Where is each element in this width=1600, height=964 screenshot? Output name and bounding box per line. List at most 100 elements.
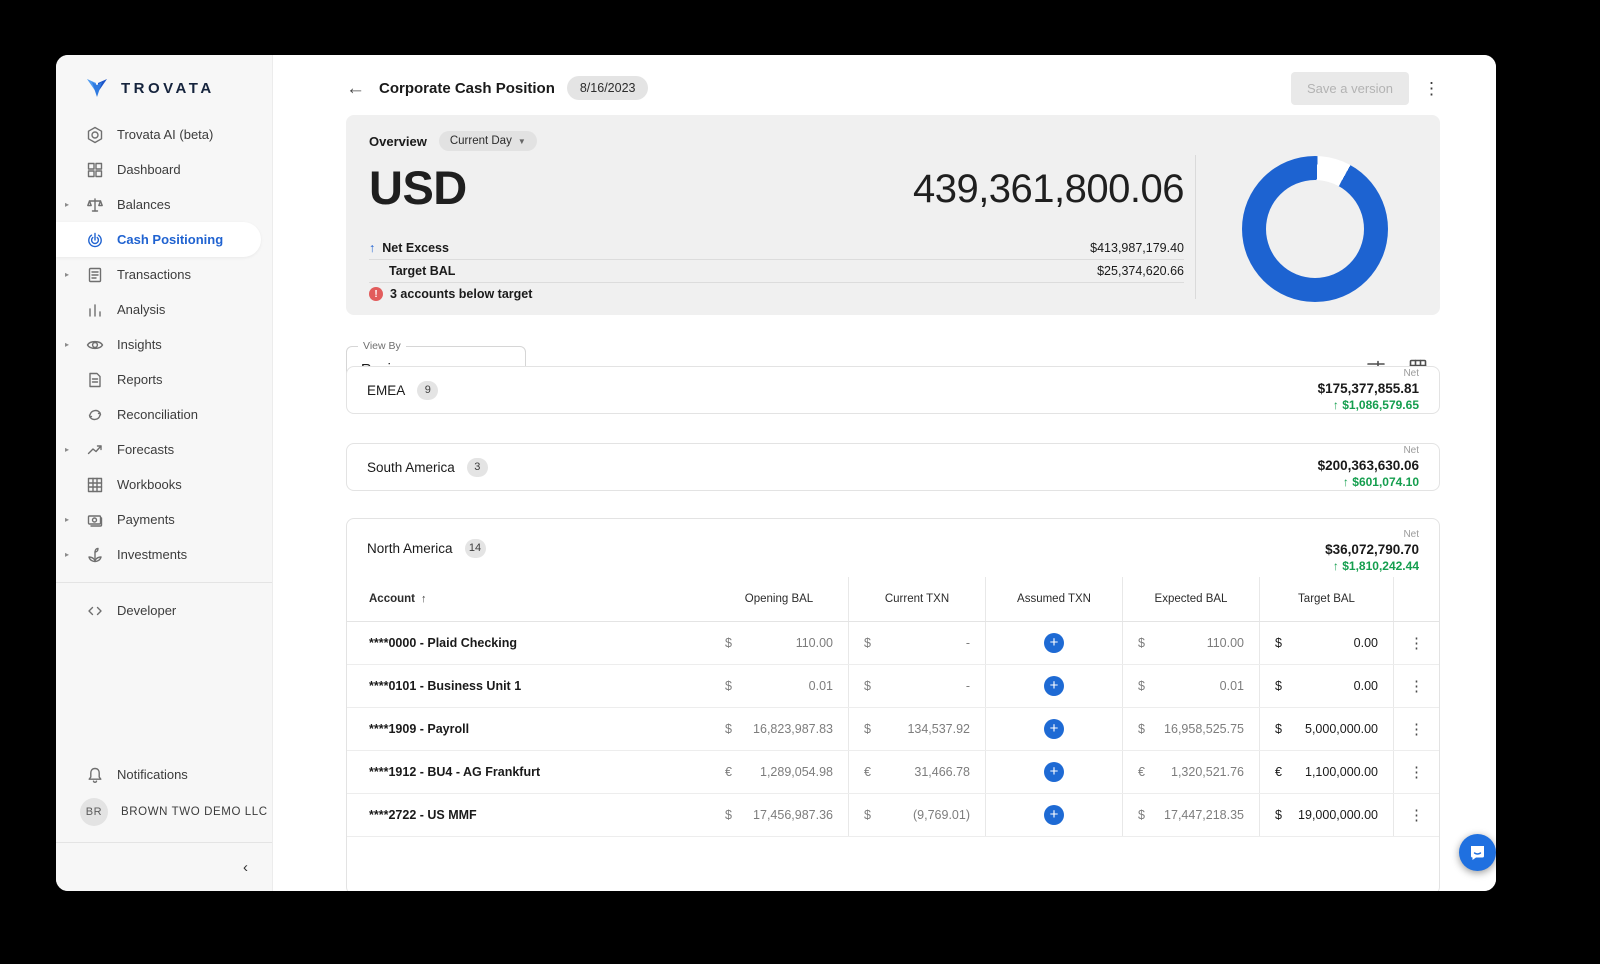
expand-caret-icon[interactable]: ▸: [65, 550, 69, 559]
alert-text: 3 accounts below target: [390, 287, 533, 301]
current-txn-cell: €31,466.78: [848, 751, 985, 793]
sidebar-item-payments[interactable]: ▸ Payments: [56, 502, 272, 537]
sidebar-item-cash-positioning[interactable]: Cash Positioning: [56, 222, 261, 257]
expected-bal-cell: $110.00: [1122, 622, 1259, 664]
current-txn-cell: $ -: [848, 665, 985, 707]
add-assumed-txn-button[interactable]: +: [1044, 633, 1064, 653]
row-actions: ⋮: [1393, 665, 1439, 707]
column-header-opening-bal[interactable]: Opening BAL: [710, 577, 848, 621]
bell-icon: [88, 767, 102, 783]
row-kebab-icon[interactable]: ⋮: [1409, 806, 1424, 824]
main-panel: ← Corporate Cash Position 8/16/2023 Save…: [273, 55, 1496, 891]
overview-total: 439,361,800.06: [912, 167, 1185, 211]
region-card-emea[interactable]: EMEA 9 Net $175,377,855.81 ↑ $1,086,579.…: [346, 366, 1440, 414]
overview-currency: USD: [369, 161, 467, 214]
row-kebab-icon[interactable]: ⋮: [1409, 763, 1424, 781]
sidebar-item-insights[interactable]: ▸ Insights: [56, 327, 272, 362]
row-kebab-icon[interactable]: ⋮: [1409, 677, 1424, 695]
sidebar: TROVATA Trovata AI (beta) Dashboard ▸ Ba…: [56, 55, 273, 891]
add-assumed-txn-button[interactable]: +: [1044, 676, 1064, 696]
sidebar-divider: [56, 582, 272, 583]
net-label: Net: [1403, 444, 1419, 456]
sidebar-item-developer[interactable]: Developer: [56, 593, 272, 628]
investments-icon: [88, 547, 102, 562]
row-kebab-icon[interactable]: ⋮: [1409, 720, 1424, 738]
sidebar-item-investments[interactable]: ▸ Investments: [56, 537, 272, 572]
target-bal-cell: €1,100,000.00: [1259, 751, 1393, 793]
row-actions: ⋮: [1393, 622, 1439, 664]
net-label: Net: [1403, 367, 1419, 379]
opening-bal-cell: $16,823,987.83: [725, 722, 833, 736]
save-version-button[interactable]: Save a version: [1291, 71, 1409, 105]
net-excess-value: $413,987,179.40: [1090, 241, 1184, 255]
table-header-row: Account ↑ Opening BAL Current TXN Assumed…: [347, 577, 1439, 622]
add-assumed-txn-button[interactable]: +: [1044, 719, 1064, 739]
region-card-south-america[interactable]: South America 3 Net $200,363,630.06 ↑ $6…: [346, 443, 1440, 491]
account-count-badge: 9: [417, 380, 439, 400]
region-card-north-america: North America 14 Net $36,072,790.70 ↑ $1…: [346, 518, 1440, 891]
region-name: EMEA: [367, 382, 406, 398]
add-assumed-txn-button[interactable]: +: [1044, 805, 1064, 825]
net-label: Net: [1403, 528, 1419, 540]
current-txn-cell: $ -: [848, 622, 985, 664]
cash-positioning-icon: [88, 232, 102, 247]
column-header-current-txn[interactable]: Current TXN: [848, 577, 985, 621]
sidebar-item-notifications[interactable]: Notifications: [56, 757, 272, 792]
net-amount: $200,363,630.06: [1317, 457, 1419, 473]
sidebar-item-label: Reconciliation: [117, 407, 198, 422]
chat-launcher-button[interactable]: [1459, 834, 1496, 871]
table-row: ****0000 - Plaid Checking $110.00 $ - + $…: [347, 622, 1439, 665]
chat-bubble-icon: [1471, 846, 1484, 860]
sidebar-item-label: Insights: [117, 337, 162, 352]
net-amount: $36,072,790.70: [1325, 541, 1419, 557]
expected-bal-cell: $16,958,525.75: [1122, 708, 1259, 750]
sidebar-item-label: Trovata AI (beta): [117, 127, 214, 142]
column-header-expected-bal[interactable]: Expected BAL: [1122, 577, 1259, 621]
region-header[interactable]: North America 14 Net $36,072,790.70 ↑ $1…: [347, 519, 1439, 577]
sidebar-item-reports[interactable]: Reports: [56, 362, 272, 397]
expand-caret-icon[interactable]: ▸: [65, 445, 69, 454]
account-count-badge: 14: [464, 538, 486, 558]
column-header-assumed-txn[interactable]: Assumed TXN: [985, 577, 1122, 621]
sidebar-item-label: Analysis: [117, 302, 166, 317]
sidebar-item-label: Developer: [117, 603, 177, 618]
net-delta: ↑ $1,086,579.65: [1332, 397, 1419, 412]
row-actions: ⋮: [1393, 708, 1439, 750]
trovata-logo-icon: [87, 79, 107, 97]
view-by-label: View By: [358, 340, 406, 352]
sidebar-item-workbooks[interactable]: Workbooks: [56, 467, 272, 502]
region-net-block: Net $36,072,790.70 ↑ $1,810,242.44: [1325, 522, 1419, 575]
column-header-target-bal[interactable]: Target BAL: [1259, 577, 1393, 621]
sidebar-item-dashboard[interactable]: Dashboard: [56, 152, 272, 187]
account-switcher[interactable]: BR BROWN TWO DEMO LLC: [56, 792, 272, 832]
kebab-menu-icon[interactable]: ⋮: [1423, 80, 1440, 97]
period-selector[interactable]: Current Day ▼: [438, 131, 537, 151]
balances-icon: [87, 197, 103, 212]
expand-caret-icon[interactable]: ▸: [65, 270, 69, 279]
sidebar-item-forecasts[interactable]: ▸ Forecasts: [56, 432, 272, 467]
sidebar-item-label: Investments: [117, 547, 188, 562]
sidebar-item-transactions[interactable]: ▸ Transactions: [56, 257, 272, 292]
sidebar-item-trovata-ai[interactable]: Trovata AI (beta): [56, 117, 272, 152]
sidebar-item-balances[interactable]: ▸ Balances: [56, 187, 272, 222]
sidebar-collapse-button[interactable]: ‹: [56, 842, 272, 891]
assumed-txn-cell: +: [985, 665, 1122, 707]
sidebar-item-label: Payments: [117, 512, 175, 527]
column-header-account[interactable]: Account ↑: [347, 577, 710, 621]
region-name: South America: [367, 459, 455, 475]
assumed-txn-cell: +: [985, 751, 1122, 793]
sidebar-item-analysis[interactable]: Analysis: [56, 292, 272, 327]
workbooks-icon: [87, 477, 103, 492]
table-row: ****0101 - Business Unit 1 $0.01 $ - + $0…: [347, 665, 1439, 708]
reports-icon: [89, 372, 101, 387]
expand-caret-icon[interactable]: ▸: [65, 200, 69, 209]
overview-title: Overview: [369, 133, 427, 149]
expand-caret-icon[interactable]: ▸: [65, 340, 69, 349]
row-kebab-icon[interactable]: ⋮: [1409, 634, 1424, 652]
sort-asc-icon: ↑: [421, 593, 427, 605]
add-assumed-txn-button[interactable]: +: [1044, 762, 1064, 782]
expand-caret-icon[interactable]: ▸: [65, 515, 69, 524]
back-arrow-icon[interactable]: ←: [346, 79, 365, 98]
sidebar-item-reconciliation[interactable]: Reconciliation: [56, 397, 272, 432]
date-badge[interactable]: 8/16/2023: [566, 76, 649, 100]
